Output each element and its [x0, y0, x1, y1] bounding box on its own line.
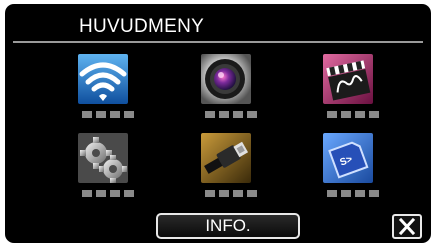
wifi-icon: [78, 54, 128, 104]
main-menu-panel: HUVUDMENY S> INFO.: [5, 4, 431, 243]
title-bar: HUVUDMENY: [13, 11, 423, 43]
close-x-icon: [398, 217, 416, 236]
info-button[interactable]: INFO.: [156, 213, 300, 239]
wifi-page-indicator: [82, 111, 134, 118]
camera-lens-icon: [201, 54, 251, 104]
page-title: HUVUDMENY: [79, 16, 205, 37]
hdmi-tile[interactable]: [201, 133, 251, 183]
camera-tile[interactable]: [201, 54, 251, 104]
hdmi-page-indicator: [205, 190, 257, 197]
settings-tile[interactable]: [78, 133, 128, 183]
camera-page-indicator: [205, 111, 257, 118]
wifi-tile[interactable]: [78, 54, 128, 104]
gears-icon: [78, 133, 128, 183]
effect-page-indicator: [327, 111, 379, 118]
settings-page-indicator: [82, 190, 134, 197]
screen: HUVUDMENY S> INFO.: [0, 0, 437, 251]
effect-tile[interactable]: [323, 54, 373, 104]
close-button[interactable]: [392, 214, 422, 239]
effect-clapperboard-icon: [323, 54, 373, 104]
sd-card-tile[interactable]: S>: [323, 133, 373, 183]
sd-card-page-indicator: [327, 190, 379, 197]
hdmi-cable-icon: [201, 133, 251, 183]
sd-card-icon: S>: [323, 133, 373, 183]
